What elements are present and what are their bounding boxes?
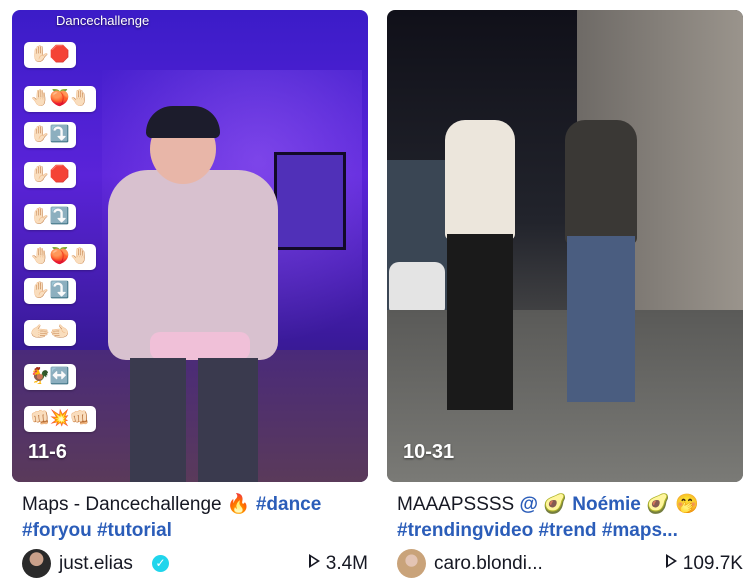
view-count-value: 3.4M — [325, 553, 368, 574]
username-link[interactable]: just.elias — [59, 553, 133, 575]
emoji-chip: 🤚🏻🍑🤚🏻 — [24, 244, 96, 270]
emoji-chip: ✋🏻⤵️ — [24, 122, 76, 148]
video-date: 11-6 — [28, 441, 67, 463]
emoji-chip: 🤚🏻🍑🤚🏻 — [24, 86, 96, 112]
person-left-top — [445, 120, 515, 240]
person-bag — [150, 332, 250, 360]
avatar[interactable] — [397, 549, 426, 578]
person-legs-right — [198, 358, 258, 482]
video-caption: MAAAPSSSS @ 🥑 Noémie 🥑 🤭 #trendingvideo … — [397, 492, 743, 544]
hashtag-link[interactable]: #tutorial — [97, 520, 172, 541]
username-link[interactable]: caro.blondi... — [434, 553, 543, 575]
verified-badge-icon: ✓ — [152, 555, 169, 572]
view-count: 109.7K — [665, 553, 743, 575]
video-meta: caro.blondi... 109.7K — [397, 549, 743, 579]
avatar[interactable] — [22, 549, 51, 578]
play-icon — [665, 554, 677, 568]
hashtag-link[interactable]: #trend — [538, 520, 596, 541]
video-date: 10-31 — [403, 441, 455, 463]
emoji-chip: ✋🏻🛑 — [24, 42, 76, 68]
person-right-legs — [567, 236, 635, 402]
parked-car — [389, 262, 445, 312]
play-icon — [308, 554, 320, 568]
mention-link[interactable]: @ 🥑 Noémie 🥑 — [520, 494, 670, 515]
person-legs-left — [130, 358, 186, 482]
emoji-chip: 🫱🏻🫲🏻 — [24, 320, 76, 346]
view-count-value: 109.7K — [682, 553, 743, 574]
caption-emoji: 🤭 — [675, 494, 699, 515]
emoji-chip: 👊🏻💥👊🏻 — [24, 406, 96, 432]
video-thumbnail[interactable]: Dancechallenge ✋🏻🛑 🤚🏻🍑🤚🏻 ✋🏻⤵️ ✋🏻🛑 ✋🏻⤵️ 🤚🏻🍑🤚🏻 ✋… — [12, 10, 368, 482]
caption-ellipsis: ... — [662, 520, 678, 541]
hashtag-link[interactable]: #dance — [256, 494, 321, 515]
video-meta: just.elias ✓ 3.4M — [22, 549, 368, 579]
caption-text: Maps - Dancechallenge 🔥 — [22, 494, 256, 515]
wall-poster — [274, 152, 346, 250]
hashtag-link[interactable]: #maps — [602, 520, 662, 541]
emoji-chip: ✋🏻⤵️ — [24, 278, 76, 304]
hashtag-link[interactable]: #foryou — [22, 520, 92, 541]
video-card[interactable]: Dancechallenge ✋🏻🛑 🤚🏻🍑🤚🏻 ✋🏻⤵️ ✋🏻🛑 ✋🏻⤵️ 🤚🏻🍑🤚🏻 ✋… — [12, 0, 368, 584]
video-thumbnail[interactable]: 10-31 — [387, 10, 743, 482]
person-left-legs — [447, 234, 513, 410]
video-caption: Maps - Dancechallenge 🔥 #dance #foryou #… — [22, 492, 368, 544]
video-overlay-title: Dancechallenge — [56, 13, 150, 28]
caption-text: MAAAPSSSS — [397, 494, 520, 515]
emoji-chip: ✋🏻⤵️ — [24, 204, 76, 230]
emoji-chip: 🐓↔️ — [24, 364, 76, 390]
person-cap — [146, 106, 220, 138]
view-count: 3.4M — [308, 553, 368, 575]
emoji-chip: ✋🏻🛑 — [24, 162, 76, 188]
hashtag-link[interactable]: #trendingvideo — [397, 520, 533, 541]
person-right-top — [565, 120, 637, 244]
video-card[interactable]: 10-31 MAAAPSSSS @ 🥑 Noémie 🥑 🤭 #trending… — [387, 0, 743, 584]
